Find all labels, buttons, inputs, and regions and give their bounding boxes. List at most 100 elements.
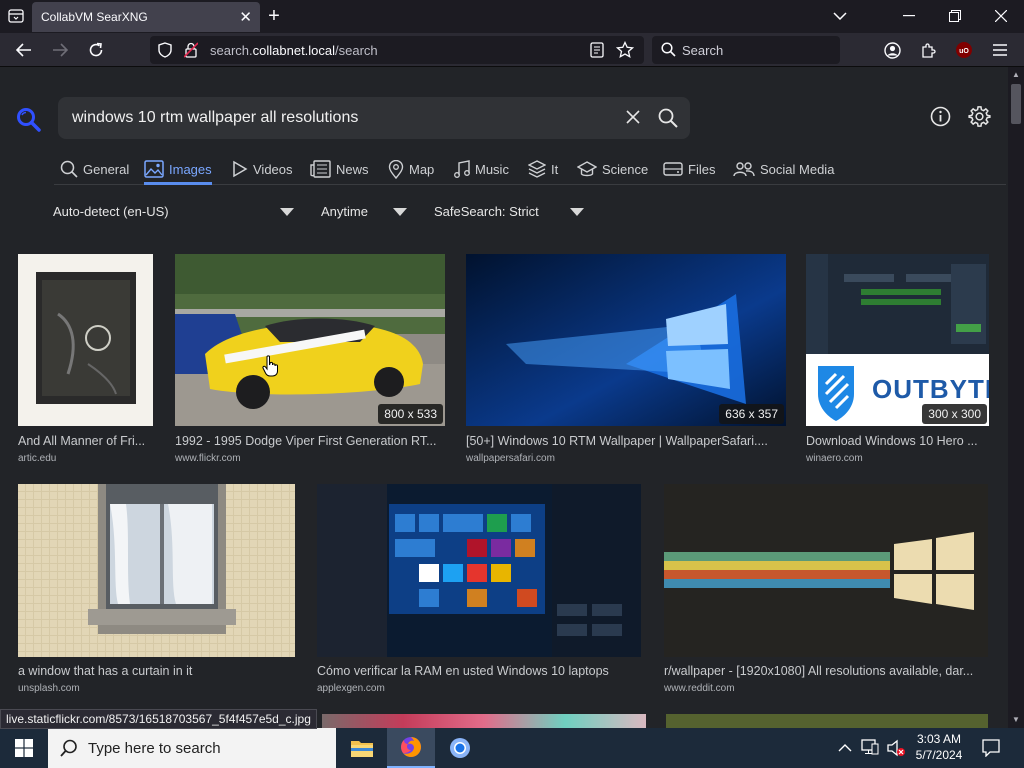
tab-music[interactable]: Music bbox=[454, 159, 509, 179]
taskbar-search-box[interactable]: Type here to search bbox=[48, 728, 336, 768]
scroll-up-arrow-icon[interactable]: ▲ bbox=[1012, 70, 1020, 79]
browser-search-box[interactable]: Search bbox=[652, 36, 840, 64]
tab-map-label: Map bbox=[409, 161, 435, 177]
windows-taskbar: Type here to search 3:03 AM 5/7/2024 bbox=[0, 728, 1024, 768]
volume-muted-icon[interactable] bbox=[886, 739, 906, 762]
reload-icon[interactable] bbox=[84, 38, 108, 62]
image-result-3[interactable]: 636 x 357 [50+] Windows 10 RTM Wallpaper… bbox=[466, 254, 786, 469]
result-1-title[interactable]: And All Manner of Fri... bbox=[18, 434, 154, 448]
tab-music-label: Music bbox=[475, 161, 509, 177]
result-7-thumbnail[interactable] bbox=[664, 484, 988, 657]
browser-tab[interactable]: CollabVM SearXNG ✕ bbox=[32, 2, 260, 32]
link-status-url: live.staticflickr.com/8573/16518703567_5… bbox=[0, 709, 317, 729]
layers-icon bbox=[528, 160, 546, 178]
result-8-thumbnail-partial[interactable] bbox=[322, 714, 646, 728]
image-result-7[interactable]: r/wallpaper - [1920x1080] All resolution… bbox=[664, 484, 990, 699]
file-explorer-button[interactable] bbox=[338, 728, 386, 768]
network-icon[interactable] bbox=[861, 739, 879, 760]
chrome-taskbar-button[interactable] bbox=[436, 728, 484, 768]
result-6-title[interactable]: Cómo verificar la RAM en usted Windows 1… bbox=[317, 664, 643, 678]
new-tab-icon[interactable]: + bbox=[262, 4, 286, 28]
result-2-title[interactable]: 1992 - 1995 Dodge Viper First Generation… bbox=[175, 434, 449, 448]
tab-images-label: Images bbox=[169, 161, 212, 177]
tab-general[interactable]: General bbox=[60, 159, 129, 179]
minimize-icon[interactable] bbox=[897, 4, 921, 28]
tab-files-label: Files bbox=[688, 161, 716, 177]
firefox-icon bbox=[401, 737, 421, 757]
result-1-thumbnail[interactable] bbox=[18, 254, 153, 426]
result-7-title[interactable]: r/wallpaper - [1920x1080] All resolution… bbox=[664, 664, 990, 678]
chromium-icon bbox=[450, 738, 470, 758]
active-tab-underline bbox=[144, 182, 212, 185]
settings-gear-icon[interactable] bbox=[968, 105, 991, 133]
shield-icon[interactable] bbox=[158, 42, 172, 63]
tab-list-icon[interactable] bbox=[4, 4, 28, 28]
address-bar[interactable]: search.collabnet.local/search bbox=[150, 36, 644, 64]
tab-science[interactable]: Science bbox=[577, 159, 648, 179]
image-result-2[interactable]: 800 x 533 1992 - 1995 Dodge Viper First … bbox=[175, 254, 449, 469]
info-icon[interactable] bbox=[930, 106, 951, 132]
time-caret-icon[interactable] bbox=[393, 208, 407, 216]
tab-images[interactable]: Images bbox=[144, 159, 212, 179]
search-query-box[interactable]: windows 10 rtm wallpaper all resolutions bbox=[58, 97, 690, 139]
tab-news[interactable]: News bbox=[310, 159, 369, 179]
show-hidden-icons-chevron-icon[interactable] bbox=[838, 740, 852, 758]
image-result-1[interactable]: And All Manner of Fri... artic.edu bbox=[18, 254, 154, 469]
image-icon bbox=[144, 160, 164, 178]
result-2-thumbnail[interactable]: 800 x 533 bbox=[175, 254, 445, 426]
reader-view-icon[interactable] bbox=[590, 42, 604, 63]
result-3-thumbnail[interactable]: 636 x 357 bbox=[466, 254, 786, 426]
bookmark-star-icon[interactable] bbox=[615, 40, 635, 64]
image-result-6[interactable]: Cómo verificar la RAM en usted Windows 1… bbox=[317, 484, 643, 699]
safesearch-caret-icon[interactable] bbox=[570, 208, 584, 216]
tab-general-label: General bbox=[83, 161, 130, 177]
tab-it[interactable]: It bbox=[528, 159, 558, 179]
clear-search-icon[interactable] bbox=[626, 110, 640, 129]
result-4-source: winaero.com bbox=[806, 453, 863, 464]
result-6-thumbnail[interactable] bbox=[317, 484, 641, 657]
forward-icon[interactable] bbox=[48, 38, 72, 62]
insecure-lock-icon[interactable] bbox=[183, 42, 199, 63]
image-result-5[interactable]: a window that has a curtain in it unspla… bbox=[18, 484, 298, 699]
firefox-taskbar-button[interactable] bbox=[387, 728, 435, 768]
result-9-thumbnail-partial[interactable] bbox=[666, 714, 988, 728]
close-tab-icon[interactable]: ✕ bbox=[239, 8, 252, 26]
tab-map[interactable]: Map bbox=[388, 159, 434, 179]
search-icon bbox=[60, 739, 78, 762]
time-range-select[interactable]: Anytime bbox=[321, 204, 368, 219]
scroll-down-arrow-icon[interactable]: ▼ bbox=[1012, 715, 1020, 724]
app-menu-icon[interactable] bbox=[988, 38, 1012, 62]
page-scrollbar[interactable]: ▲ ▼ bbox=[1008, 67, 1024, 728]
safesearch-select[interactable]: SafeSearch: Strict bbox=[434, 204, 539, 219]
restore-icon[interactable] bbox=[943, 4, 967, 28]
start-button[interactable] bbox=[0, 728, 48, 768]
newspaper-icon bbox=[310, 160, 331, 178]
tab-files[interactable]: Files bbox=[663, 159, 715, 179]
action-center-icon[interactable] bbox=[982, 739, 1000, 762]
tab-videos[interactable]: Videos bbox=[232, 159, 293, 179]
taskbar-clock[interactable]: 3:03 AM 5/7/2024 bbox=[912, 731, 966, 763]
search-submit-icon[interactable] bbox=[658, 108, 678, 133]
result-3-source: wallpapersafari.com bbox=[466, 453, 555, 464]
searxng-page: windows 10 rtm wallpaper all resolutions… bbox=[0, 67, 1008, 728]
result-3-title[interactable]: [50+] Windows 10 RTM Wallpaper | Wallpap… bbox=[466, 434, 786, 448]
result-5-title[interactable]: a window that has a curtain in it bbox=[18, 664, 298, 678]
close-window-icon[interactable] bbox=[989, 4, 1013, 28]
result-5-thumbnail[interactable] bbox=[18, 484, 295, 657]
language-caret-icon[interactable] bbox=[280, 208, 294, 216]
extensions-icon[interactable] bbox=[916, 38, 940, 62]
image-result-4[interactable]: OUTBYTE 300 x 300 Download Windows 10 He… bbox=[806, 254, 992, 469]
list-all-tabs-icon[interactable] bbox=[828, 4, 852, 28]
search-query-input[interactable]: windows 10 rtm wallpaper all resolutions bbox=[72, 109, 358, 127]
tab-social-media[interactable]: Social Media bbox=[733, 159, 834, 179]
clock-date: 5/7/2024 bbox=[915, 748, 963, 762]
back-icon[interactable] bbox=[12, 38, 36, 62]
scrollbar-thumb[interactable] bbox=[1011, 84, 1021, 124]
ublock-origin-icon[interactable]: uO bbox=[952, 38, 976, 62]
result-4-title[interactable]: Download Windows 10 Hero ... bbox=[806, 434, 992, 448]
tab-science-label: Science bbox=[602, 161, 649, 177]
language-select[interactable]: Auto-detect (en-US) bbox=[53, 204, 169, 219]
searxng-logo-icon[interactable] bbox=[16, 107, 42, 138]
result-4-thumbnail[interactable]: OUTBYTE 300 x 300 bbox=[806, 254, 989, 426]
account-icon[interactable] bbox=[880, 38, 904, 62]
